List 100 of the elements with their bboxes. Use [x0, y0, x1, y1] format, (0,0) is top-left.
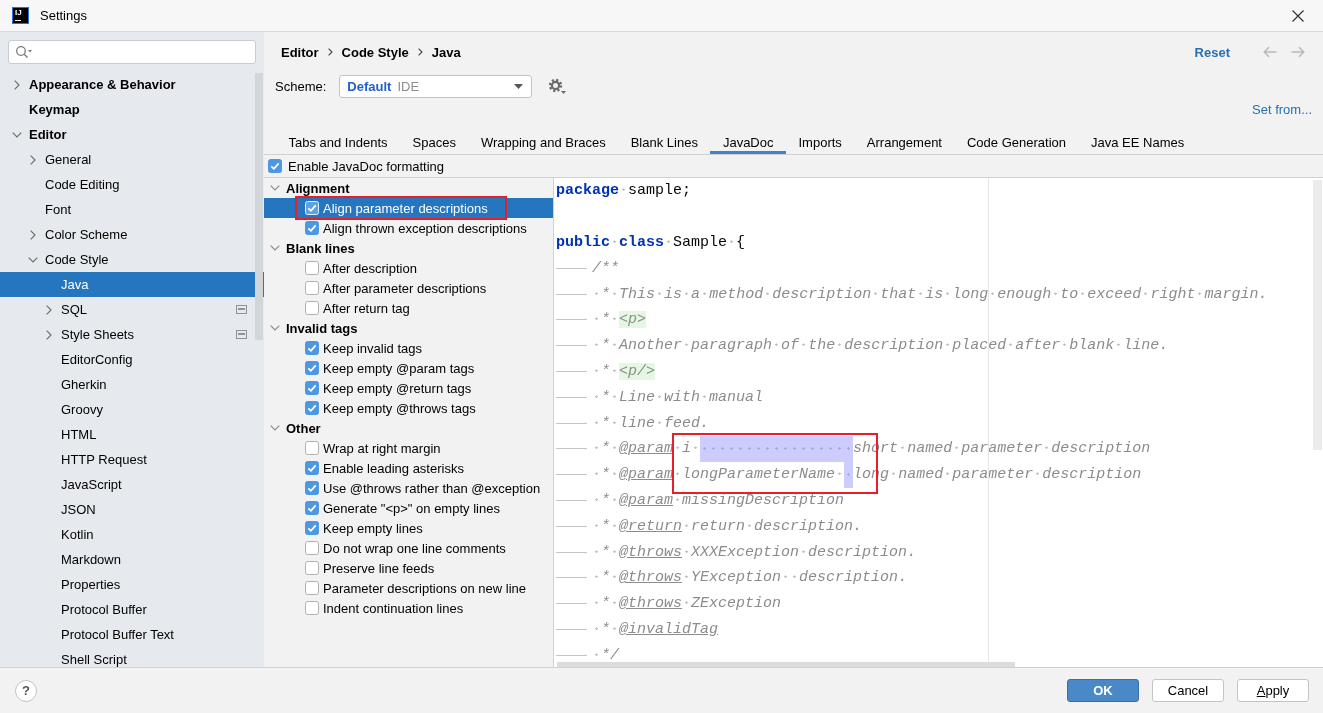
chevron-down-icon[interactable]: [270, 325, 280, 331]
chevron-down-icon[interactable]: [270, 185, 280, 191]
tree-item[interactable]: Code Style: [0, 247, 264, 272]
checkbox[interactable]: [305, 541, 319, 555]
checkbox[interactable]: [305, 401, 319, 415]
option-row[interactable]: After description: [264, 258, 553, 278]
tab[interactable]: JavaDoc: [710, 130, 786, 154]
checkbox[interactable]: [305, 361, 319, 375]
checkbox[interactable]: [305, 601, 319, 615]
tab[interactable]: Tabs and Indents: [276, 130, 401, 154]
checkbox[interactable]: [305, 261, 319, 275]
app-logo: IJ: [12, 7, 29, 24]
tree-item[interactable]: Keymap: [0, 97, 264, 122]
checkbox[interactable]: [305, 481, 319, 495]
tab[interactable]: Code Generation: [954, 130, 1079, 154]
option-row[interactable]: Indent continuation lines: [264, 598, 553, 618]
dialog-button[interactable]: Apply: [1237, 679, 1309, 702]
option-row[interactable]: After parameter descriptions: [264, 278, 553, 298]
chevron-right-icon[interactable]: [30, 229, 36, 240]
tree-item[interactable]: Shell Script: [0, 647, 264, 667]
chevron-down-icon[interactable]: [270, 245, 280, 251]
option-row[interactable]: Use @throws rather than @exception: [264, 478, 553, 498]
tree-item[interactable]: Editor: [0, 122, 264, 147]
tree-item[interactable]: SQL: [0, 297, 264, 322]
tree-item[interactable]: HTTP Request: [0, 447, 264, 472]
checkbox[interactable]: [305, 301, 319, 315]
chevron-right-icon: [327, 48, 333, 56]
checkbox[interactable]: [305, 221, 319, 235]
option-row[interactable]: Keep invalid tags: [264, 338, 553, 358]
code-line: * <p/>: [592, 358, 656, 385]
tree-item[interactable]: Protocol Buffer Text: [0, 622, 264, 647]
tab[interactable]: Wrapping and Braces: [468, 130, 619, 154]
chevron-right-icon[interactable]: [46, 329, 52, 340]
chevron-right-icon[interactable]: [30, 154, 36, 165]
tab[interactable]: Blank Lines: [618, 130, 711, 154]
tree-item[interactable]: Kotlin: [0, 522, 264, 547]
chevron-right-icon[interactable]: [46, 304, 52, 315]
checkbox[interactable]: [305, 521, 319, 535]
help-button[interactable]: ?: [15, 679, 37, 702]
search-field[interactable]: [8, 40, 256, 64]
group-label: Blank lines: [286, 240, 355, 256]
search-icon[interactable]: [15, 45, 32, 59]
dialog-button[interactable]: Cancel: [1152, 679, 1224, 702]
breadcrumb-text: Editor: [281, 44, 319, 60]
tree-item[interactable]: Markdown: [0, 547, 264, 572]
checkbox[interactable]: [305, 341, 319, 355]
tree-item[interactable]: Groovy: [0, 397, 264, 422]
tree-item[interactable]: Java: [0, 272, 264, 297]
option-row[interactable]: Keep empty @throws tags: [264, 398, 553, 418]
option-row[interactable]: Keep empty @param tags: [264, 358, 553, 378]
chevron-right-icon[interactable]: [14, 79, 20, 90]
option-row[interactable]: Parameter descriptions on new line: [264, 578, 553, 598]
option-row[interactable]: Generate "<p>" on empty lines: [264, 498, 553, 518]
option-row[interactable]: Keep empty @return tags: [264, 378, 553, 398]
tree-item[interactable]: HTML: [0, 422, 264, 447]
checkbox[interactable]: [305, 581, 319, 595]
checkbox[interactable]: [305, 501, 319, 515]
tab[interactable]: Imports: [786, 130, 855, 154]
tree-item[interactable]: Gherkin: [0, 372, 264, 397]
tab[interactable]: Arrangement: [854, 130, 955, 154]
option-row[interactable]: Enable leading asterisks: [264, 458, 553, 478]
checkbox[interactable]: [305, 441, 319, 455]
scrollbar-thumb[interactable]: [255, 73, 263, 340]
code-line: * @invalidTag: [592, 616, 719, 643]
checkbox[interactable]: [305, 381, 319, 395]
tree-item[interactable]: Properties: [0, 572, 264, 597]
chevron-down-icon[interactable]: [28, 256, 38, 263]
gear-icon[interactable]: [548, 77, 567, 95]
tree-item[interactable]: JavaScript: [0, 472, 264, 497]
tree-item[interactable]: Color Scheme: [0, 222, 264, 247]
option-row[interactable]: Preserve line feeds: [264, 558, 553, 578]
tree-item[interactable]: Font: [0, 197, 264, 222]
tree-item[interactable]: Appearance & Behavior: [0, 72, 264, 97]
option-row[interactable]: Wrap at right margin: [264, 438, 553, 458]
dialog-button[interactable]: OK: [1067, 679, 1139, 702]
tab[interactable]: Java EE Names: [1078, 130, 1197, 154]
scheme-dropdown[interactable]: Default IDE: [339, 74, 533, 98]
checkbox[interactable]: [305, 561, 319, 575]
checkbox[interactable]: [305, 461, 319, 475]
chevron-down-icon[interactable]: [12, 131, 22, 138]
checkbox[interactable]: [268, 159, 282, 173]
tree-item[interactable]: Protocol Buffer: [0, 597, 264, 622]
option-row[interactable]: Align parameter descriptions: [264, 198, 553, 218]
checkbox[interactable]: [305, 281, 319, 295]
tree-item[interactable]: General: [0, 147, 264, 172]
reset-link[interactable]: Reset: [1194, 44, 1230, 60]
tree-item[interactable]: JSON: [0, 497, 264, 522]
tree-item[interactable]: EditorConfig: [0, 347, 264, 372]
option-row[interactable]: Keep empty lines: [264, 518, 553, 538]
scrollbar-thumb[interactable]: [557, 662, 1015, 667]
option-row[interactable]: Do not wrap one line comments: [264, 538, 553, 558]
set-from-link[interactable]: Set from...: [1252, 102, 1312, 117]
tree-item[interactable]: Code Editing: [0, 172, 264, 197]
tab[interactable]: Spaces: [400, 130, 469, 154]
close-icon[interactable]: [1292, 9, 1304, 22]
tree-item[interactable]: Style Sheets: [0, 322, 264, 347]
chevron-down-icon[interactable]: [270, 425, 280, 431]
option-row[interactable]: Align thrown exception descriptions: [264, 218, 553, 238]
option-row[interactable]: After return tag: [264, 298, 553, 318]
checkbox-label[interactable]: Enable JavaDoc formatting: [288, 158, 445, 174]
